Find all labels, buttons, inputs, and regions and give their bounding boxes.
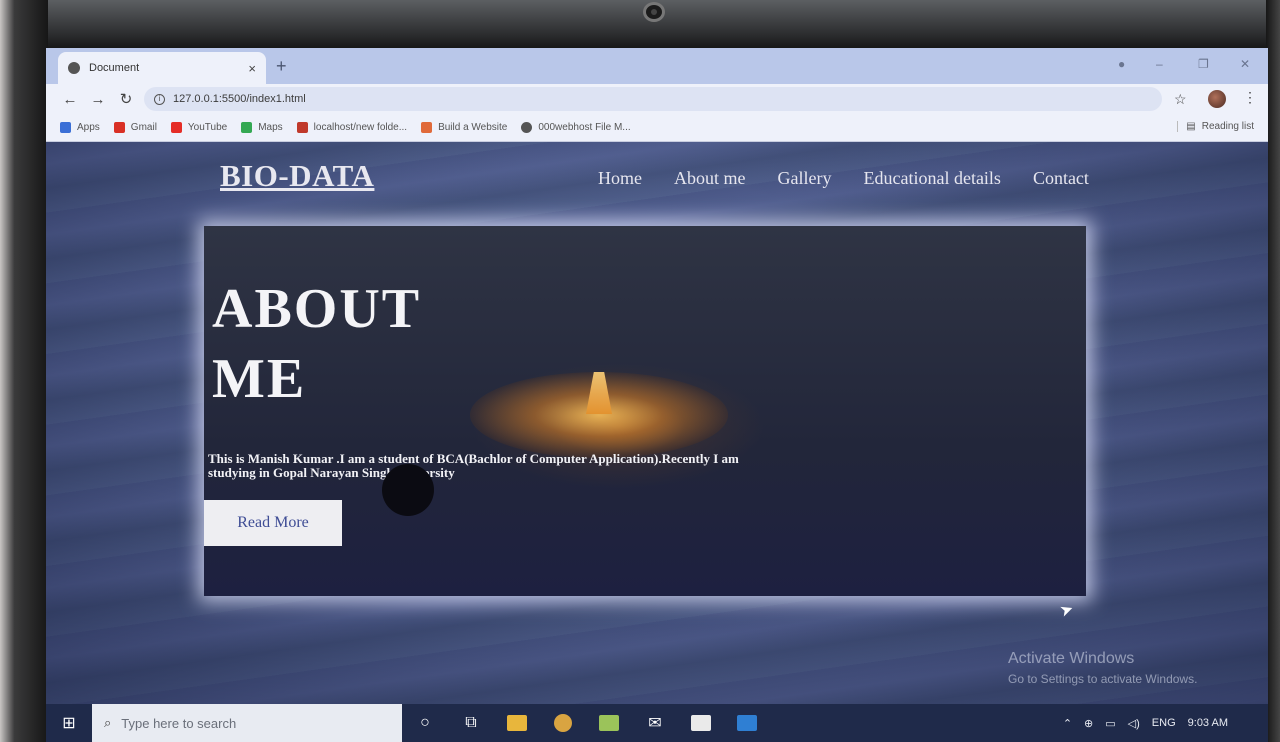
- bookmark-000webhost[interactable]: 000webhost File M...: [521, 122, 631, 133]
- nav-contact[interactable]: Contact: [1033, 168, 1089, 189]
- tray-chevron-icon[interactable]: ⌃: [1063, 717, 1072, 730]
- browser-tab[interactable]: Document ×: [58, 52, 266, 84]
- mail-icon[interactable]: ✉: [632, 704, 678, 742]
- search-icon: ⌕: [104, 715, 112, 730]
- bookmark-label: Maps: [258, 122, 283, 133]
- chrome-icon[interactable]: [540, 704, 586, 742]
- apps-grid-icon: [60, 122, 71, 133]
- vscode-icon[interactable]: [724, 704, 770, 742]
- url-text: 127.0.0.1:5500/index1.html: [173, 93, 306, 105]
- network-icon[interactable]: ⊕: [1084, 717, 1093, 730]
- browser-toolbar: ← → ↻ i 127.0.0.1:5500/index1.html ☆ ⋮: [46, 84, 1268, 114]
- screen: Document × + ● – ❐ ✕ ← → ↻ i 127.0.0.1:5…: [46, 48, 1268, 742]
- nav-about-me[interactable]: About me: [674, 168, 746, 189]
- bookmark-gmail[interactable]: Gmail: [113, 122, 157, 133]
- laptop-bezel-left: [0, 0, 48, 742]
- kebab-menu-icon[interactable]: ⋮: [1243, 89, 1257, 106]
- laptop-bezel-right: [1266, 0, 1280, 742]
- reading-list-label: Reading list: [1201, 121, 1254, 132]
- bookmark-maps[interactable]: Maps: [241, 122, 283, 133]
- reading-list-icon: ▤: [1186, 121, 1196, 132]
- windows-start-icon[interactable]: ⊞: [46, 713, 92, 733]
- bookmark-label: Apps: [77, 122, 100, 133]
- localhost-icon: [296, 122, 308, 133]
- bookmark-star-icon[interactable]: ☆: [1174, 91, 1187, 108]
- file-explorer-icon[interactable]: [494, 704, 540, 742]
- site-info-icon[interactable]: i: [154, 93, 165, 105]
- about-title: ABOUT ME: [212, 278, 421, 410]
- youtube-icon: [170, 122, 182, 133]
- watermark-subtitle: Go to Settings to activate Windows.: [1008, 672, 1198, 686]
- profile-indicator-icon: ●: [1118, 57, 1126, 71]
- bookmark-build-website[interactable]: Build a Website: [421, 122, 507, 133]
- globe-icon: [521, 122, 533, 133]
- cortana-icon[interactable]: ○: [402, 704, 448, 742]
- volume-icon[interactable]: ◁): [1128, 717, 1140, 730]
- maps-icon: [241, 122, 253, 133]
- bookmark-label: YouTube: [187, 122, 228, 133]
- address-bar[interactable]: i 127.0.0.1:5500/index1.html: [144, 87, 1162, 111]
- task-view-icon[interactable]: ⧉: [448, 704, 494, 742]
- forward-icon[interactable]: →: [84, 91, 112, 108]
- bookmark-label: 000webhost File M...: [538, 122, 631, 133]
- bookmark-apps[interactable]: Apps: [60, 122, 100, 133]
- taskbar-search[interactable]: ⌕ Type here to search: [92, 704, 402, 742]
- web-page: BIO-DATA Home About me Gallery Education…: [46, 142, 1268, 704]
- search-placeholder: Type here to search: [121, 715, 237, 731]
- reading-list-button[interactable]: ▤ Reading list: [1177, 121, 1254, 132]
- webcam-icon: [643, 2, 665, 22]
- about-text: This is Manish Kumar .I am a student of …: [208, 451, 739, 480]
- site-brand[interactable]: BIO-DATA: [220, 158, 374, 194]
- windows-taskbar: ⊞ ⌕ Type here to search ○ ⧉ ✉ ⌃ ⊕ ▭ ◁) E…: [46, 704, 1268, 742]
- new-tab-button[interactable]: +: [276, 56, 287, 77]
- about-hero: ABOUT ME This is Manish Kumar .I am a st…: [204, 226, 1086, 621]
- bookmark-label: Build a Website: [438, 122, 508, 133]
- store-icon[interactable]: [678, 704, 724, 742]
- read-more-button[interactable]: Read More: [204, 500, 342, 546]
- profile-avatar[interactable]: [1208, 90, 1226, 108]
- nav-gallery[interactable]: Gallery: [778, 168, 832, 189]
- tab-title: Document: [89, 62, 140, 74]
- battery-icon[interactable]: ▭: [1105, 717, 1115, 730]
- bookmarks-bar: Apps Gmail YouTube Maps localhost/new fo…: [46, 114, 1268, 142]
- bookmark-localhost[interactable]: localhost/new folde...: [296, 122, 408, 133]
- nav-home[interactable]: Home: [598, 168, 642, 189]
- reload-icon[interactable]: ↻: [112, 90, 140, 108]
- tab-close-icon[interactable]: ×: [248, 61, 256, 76]
- build-website-icon: [421, 122, 433, 133]
- minimize-button[interactable]: –: [1156, 57, 1163, 71]
- camera-dust-spot: [382, 464, 434, 516]
- activate-windows-watermark: Activate Windows Go to Settings to activ…: [1008, 650, 1197, 686]
- nav-educational-details[interactable]: Educational details: [863, 168, 1000, 189]
- tab-strip: Document × + ● – ❐ ✕: [46, 48, 1268, 84]
- watermark-title: Activate Windows: [1008, 650, 1135, 667]
- bookmark-label: Gmail: [130, 122, 157, 133]
- bookmark-youtube[interactable]: YouTube: [170, 122, 228, 133]
- clock[interactable]: 9:03 AM: [1188, 717, 1228, 729]
- language-indicator[interactable]: ENG: [1152, 717, 1176, 729]
- bookmark-label: localhost/new folde...: [313, 122, 408, 133]
- notepad-icon[interactable]: [586, 704, 632, 742]
- close-window-button[interactable]: ✕: [1240, 57, 1250, 71]
- site-nav: Home About me Gallery Educational detail…: [598, 168, 1089, 189]
- maximize-button[interactable]: ❐: [1198, 57, 1209, 71]
- laptop-bezel-top: [0, 0, 1280, 50]
- back-icon[interactable]: ←: [56, 91, 84, 108]
- gmail-icon: [113, 122, 125, 133]
- globe-icon: [68, 62, 80, 74]
- system-tray: ⌃ ⊕ ▭ ◁) ENG 9:03 AM: [1063, 717, 1268, 730]
